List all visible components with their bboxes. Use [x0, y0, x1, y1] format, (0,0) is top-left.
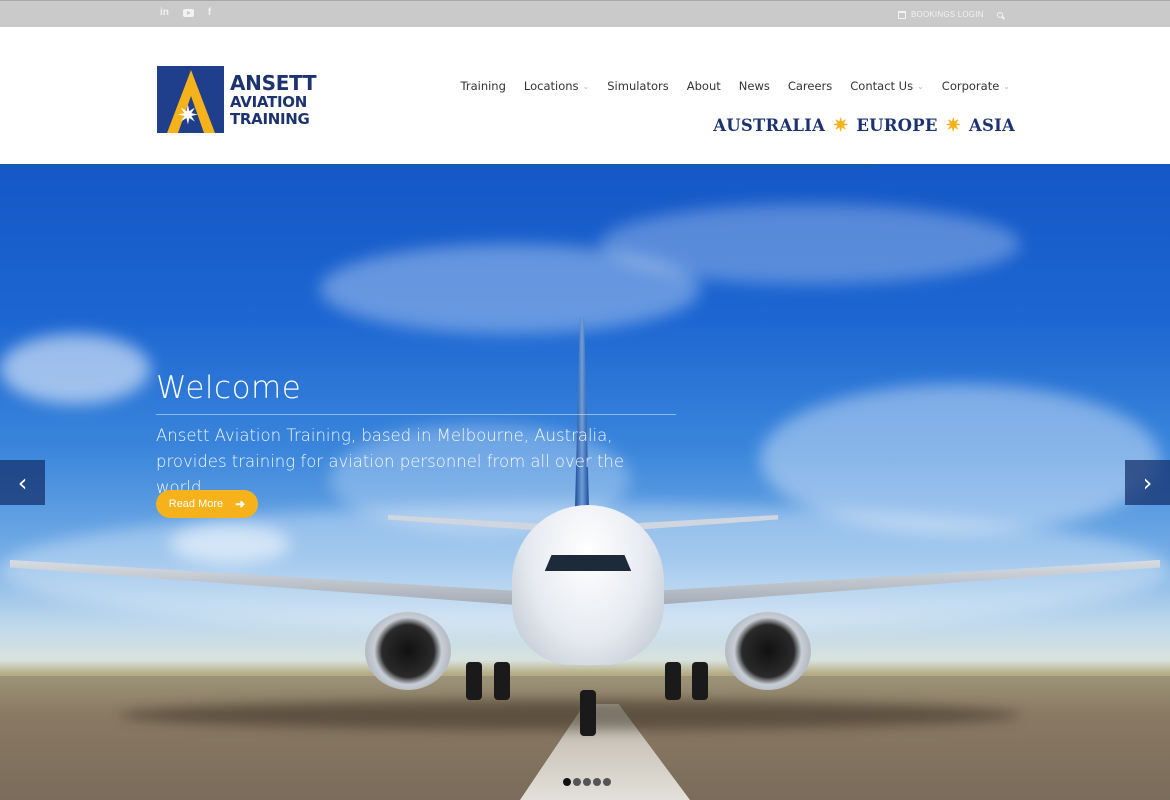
nav-training[interactable]: Training: [461, 79, 506, 93]
bookings-login-label: BOOKINGS LOGIN: [911, 10, 984, 19]
slide-dot-4[interactable]: [593, 778, 601, 786]
slide-dot-3[interactable]: [583, 778, 591, 786]
facebook-icon[interactable]: f: [208, 7, 211, 19]
chevron-down-icon: ⌄: [917, 81, 924, 91]
landing-gear: [692, 662, 708, 700]
top-bar: in f BOOKINGS LOGIN: [0, 0, 1170, 27]
cloud: [600, 204, 1020, 284]
chevron-down-icon: ⌄: [1003, 81, 1010, 91]
main-nav: Training Locations ⌄ Simulators About New…: [461, 79, 1010, 93]
search-icon[interactable]: [997, 12, 1003, 18]
logo-line-3: TRAINING: [230, 109, 310, 128]
plane-engine-right: [725, 612, 811, 690]
nav-label: About: [686, 79, 721, 93]
nav-about[interactable]: About: [687, 79, 721, 93]
read-more-label: Read More: [168, 498, 224, 510]
region-asia: ASIA: [968, 116, 1015, 135]
calendar-icon: [898, 10, 906, 19]
nav-simulators[interactable]: Simulators: [607, 79, 669, 93]
region-australia: AUSTRALIA: [713, 116, 826, 135]
slide-title: Welcome: [156, 370, 302, 406]
nav-label: Contact Us: [850, 79, 914, 93]
nav-label: Training: [460, 79, 506, 93]
star-icon: ✷: [945, 115, 961, 136]
plane-cockpit: [544, 555, 632, 571]
slide-pagination: [563, 778, 611, 786]
star-icon: ✷: [833, 115, 849, 136]
arrow-right-icon: ➜: [235, 497, 246, 511]
nose-gear: [580, 690, 596, 736]
nav-careers[interactable]: Careers: [788, 79, 832, 93]
nav-label: Simulators: [607, 79, 669, 93]
landing-gear: [466, 662, 482, 700]
regions-tagline: AUSTRALIA ✷ EUROPE ✷ ASIA: [713, 115, 1015, 136]
chevron-left-icon: ‹: [17, 468, 28, 497]
logo-mark: ✷: [157, 66, 224, 133]
plane-shadow: [120, 700, 1020, 730]
slide-dot-2[interactable]: [573, 778, 581, 786]
nav-label: Locations: [523, 79, 579, 93]
region-europe: EUROPE: [856, 116, 938, 135]
nav-label: News: [738, 79, 770, 93]
nav-news[interactable]: News: [739, 79, 770, 93]
landing-gear: [494, 662, 510, 700]
next-slide-button[interactable]: ›: [1125, 460, 1170, 505]
chevron-down-icon: ⌄: [582, 81, 590, 91]
chevron-right-icon: ›: [1142, 468, 1153, 497]
nav-locations[interactable]: Locations ⌄: [524, 79, 589, 93]
nav-label: Corporate: [941, 79, 1000, 93]
slide-dot-1[interactable]: [563, 778, 571, 786]
slide-progress-fill: [0, 164, 878, 166]
bookings-login-link[interactable]: BOOKINGS LOGIN: [898, 10, 984, 19]
caption-divider: [156, 414, 676, 415]
nav-corporate[interactable]: Corporate ⌄: [942, 79, 1010, 93]
site-header: ✷ ANSETT AVIATION TRAINING Training Loca…: [0, 27, 1170, 164]
youtube-icon[interactable]: [182, 9, 194, 17]
nav-contact-us[interactable]: Contact Us ⌄: [850, 79, 924, 93]
logo-text: ANSETT AVIATION TRAINING: [230, 70, 317, 128]
plane-engine-left: [365, 612, 451, 690]
plane-fuselage: [512, 505, 664, 665]
social-links: in f: [160, 7, 211, 19]
slide-caption: Welcome Ansett Aviation Training, based …: [156, 370, 676, 501]
logo-line-1: ANSETT: [230, 70, 317, 95]
logo-line-2: AVIATION: [230, 92, 307, 111]
nav-label: Careers: [787, 79, 833, 93]
cloud: [0, 334, 150, 404]
slide-dot-5[interactable]: [603, 778, 611, 786]
slide-progress-bar: [0, 164, 1170, 166]
logo[interactable]: ✷ ANSETT AVIATION TRAINING: [157, 66, 317, 133]
landing-gear: [665, 662, 681, 700]
prev-slide-button[interactable]: ‹: [0, 460, 45, 505]
read-more-button[interactable]: Read More ➜: [156, 490, 258, 518]
linkedin-icon[interactable]: in: [160, 7, 169, 19]
star-icon: ✷: [177, 100, 199, 130]
